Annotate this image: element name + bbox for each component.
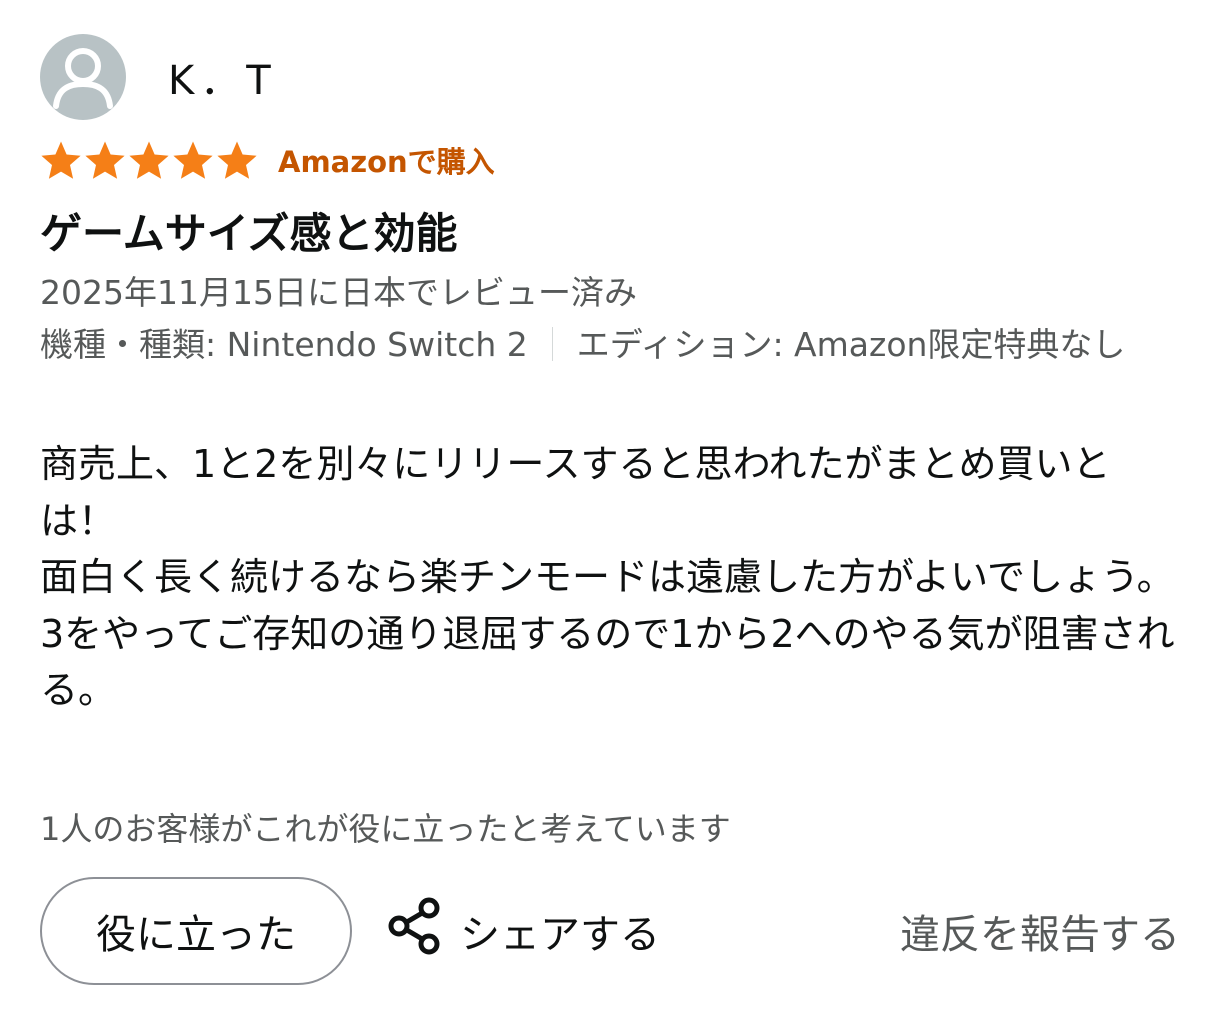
share-label: シェアする	[460, 912, 660, 958]
person-icon	[40, 34, 126, 120]
variant-separator	[551, 326, 553, 361]
star-icon	[84, 140, 126, 180]
star-icon	[40, 140, 82, 180]
share-button[interactable]: シェアする	[386, 877, 660, 985]
product-variant: 機種・種類: Nintendo Switch 2 エディション: Amazon限定…	[40, 318, 1180, 372]
helpful-count: 1人のお客様がこれが役に立ったと考えています	[40, 810, 731, 848]
share-icon	[386, 895, 444, 967]
report-abuse-link[interactable]: 違反を報告する	[900, 877, 1180, 985]
review-title: ゲームサイズ感と効能	[40, 209, 458, 258]
review-actions: 役に立った シェアする 違反を報告する	[40, 877, 1180, 985]
star-icon	[128, 140, 170, 180]
variant-platform: 機種・種類: Nintendo Switch 2	[40, 325, 528, 364]
avatar	[40, 34, 126, 120]
star-icon	[216, 140, 258, 180]
review-body: 商売上、1と2を別々にリリースすると思われたがまとめ買いとは！ 面白く長く続ける…	[40, 442, 1175, 712]
reviewer-name: K．T	[168, 58, 277, 104]
reviewer-profile[interactable]: K．T	[40, 34, 277, 120]
star-rating[interactable]	[40, 140, 258, 180]
helpful-button[interactable]: 役に立った	[40, 877, 352, 985]
review-date: 2025年11月15日に日本でレビュー済み	[40, 273, 637, 312]
star-icon	[172, 140, 214, 180]
verified-purchase-badge: Amazonで購入	[278, 145, 495, 179]
variant-edition: エディション: Amazon限定特典なし	[576, 325, 1126, 364]
rating-row: Amazonで購入	[40, 140, 495, 180]
